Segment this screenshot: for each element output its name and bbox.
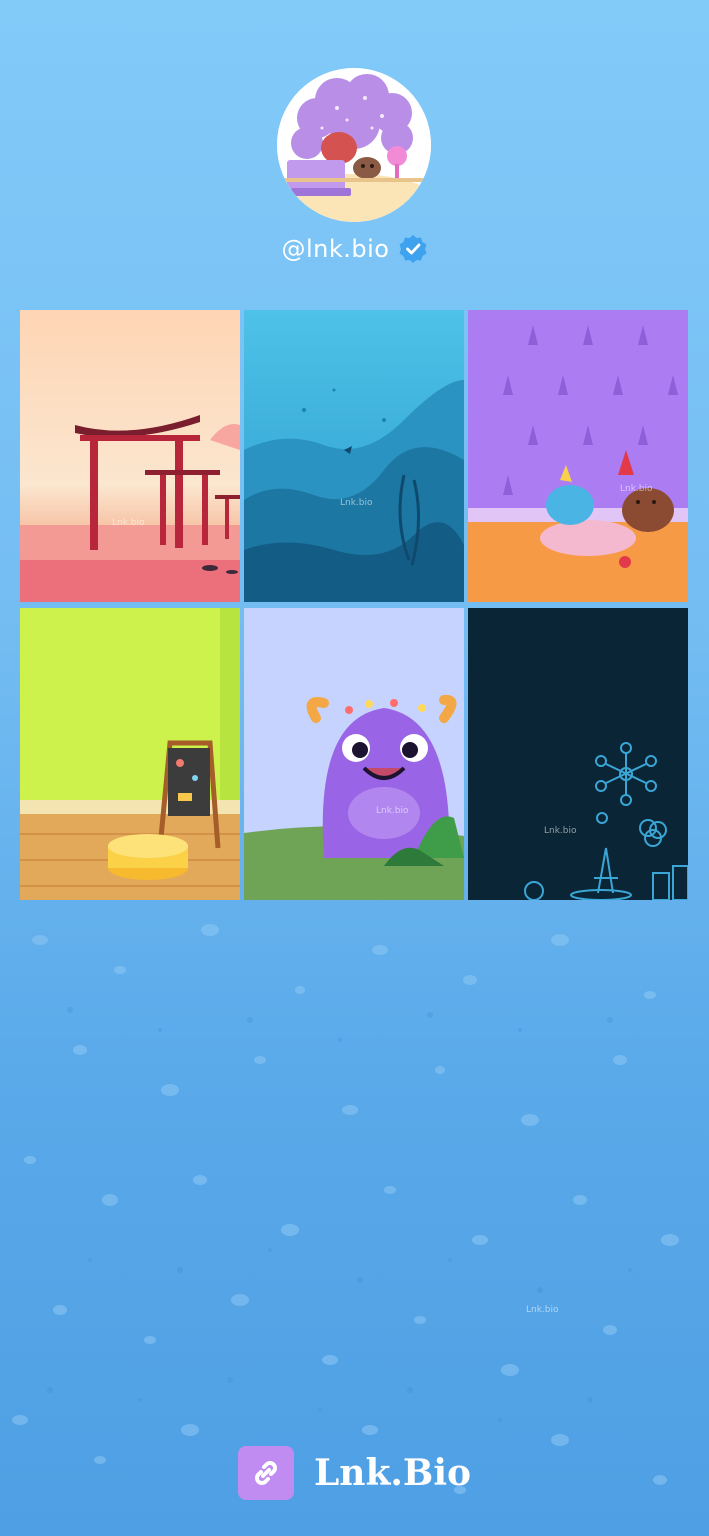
footer-logo — [237, 1446, 294, 1500]
background-speckles — [12, 924, 679, 1494]
page-watermark: Lnk.bio — [526, 1305, 559, 1315]
footer-brand-name: Lnk.Bio — [313, 1452, 472, 1494]
tile-watermark: Lnk.bio — [544, 826, 577, 836]
tile-dark-blueprint[interactable]: Lnk.bio — [468, 608, 688, 900]
avatar-illustration-icon — [277, 68, 431, 222]
link-icon — [254, 1461, 277, 1485]
tile-purple-monster[interactable]: Lnk.bio — [244, 608, 464, 900]
tile-toy-basket[interactable]: Lnk.bio — [468, 310, 688, 602]
tile-watermark: Lnk.bio — [376, 806, 409, 816]
tile-torii-gate[interactable]: Lnk.bio — [20, 310, 240, 602]
verified-badge-icon — [399, 235, 426, 263]
gallery-grid: Lnk.bio Lnk.bio Lnk.bio Lnk.bio Lnk.bio — [20, 310, 688, 900]
tile-watermark: Lnk.bio — [340, 498, 373, 508]
tile-underwater[interactable]: Lnk.bio — [244, 310, 464, 602]
footer-brand-link[interactable]: Lnk.Bio — [0, 1446, 709, 1500]
tile-watermark: Lnk.bio — [620, 484, 653, 494]
profile-handle: @lnk.bio — [281, 235, 390, 263]
profile-handle-row: @lnk.bio — [0, 234, 709, 264]
tile-watermark: Lnk.bio — [112, 518, 145, 528]
profile-avatar[interactable] — [277, 68, 431, 222]
tile-green-room[interactable] — [20, 608, 240, 900]
